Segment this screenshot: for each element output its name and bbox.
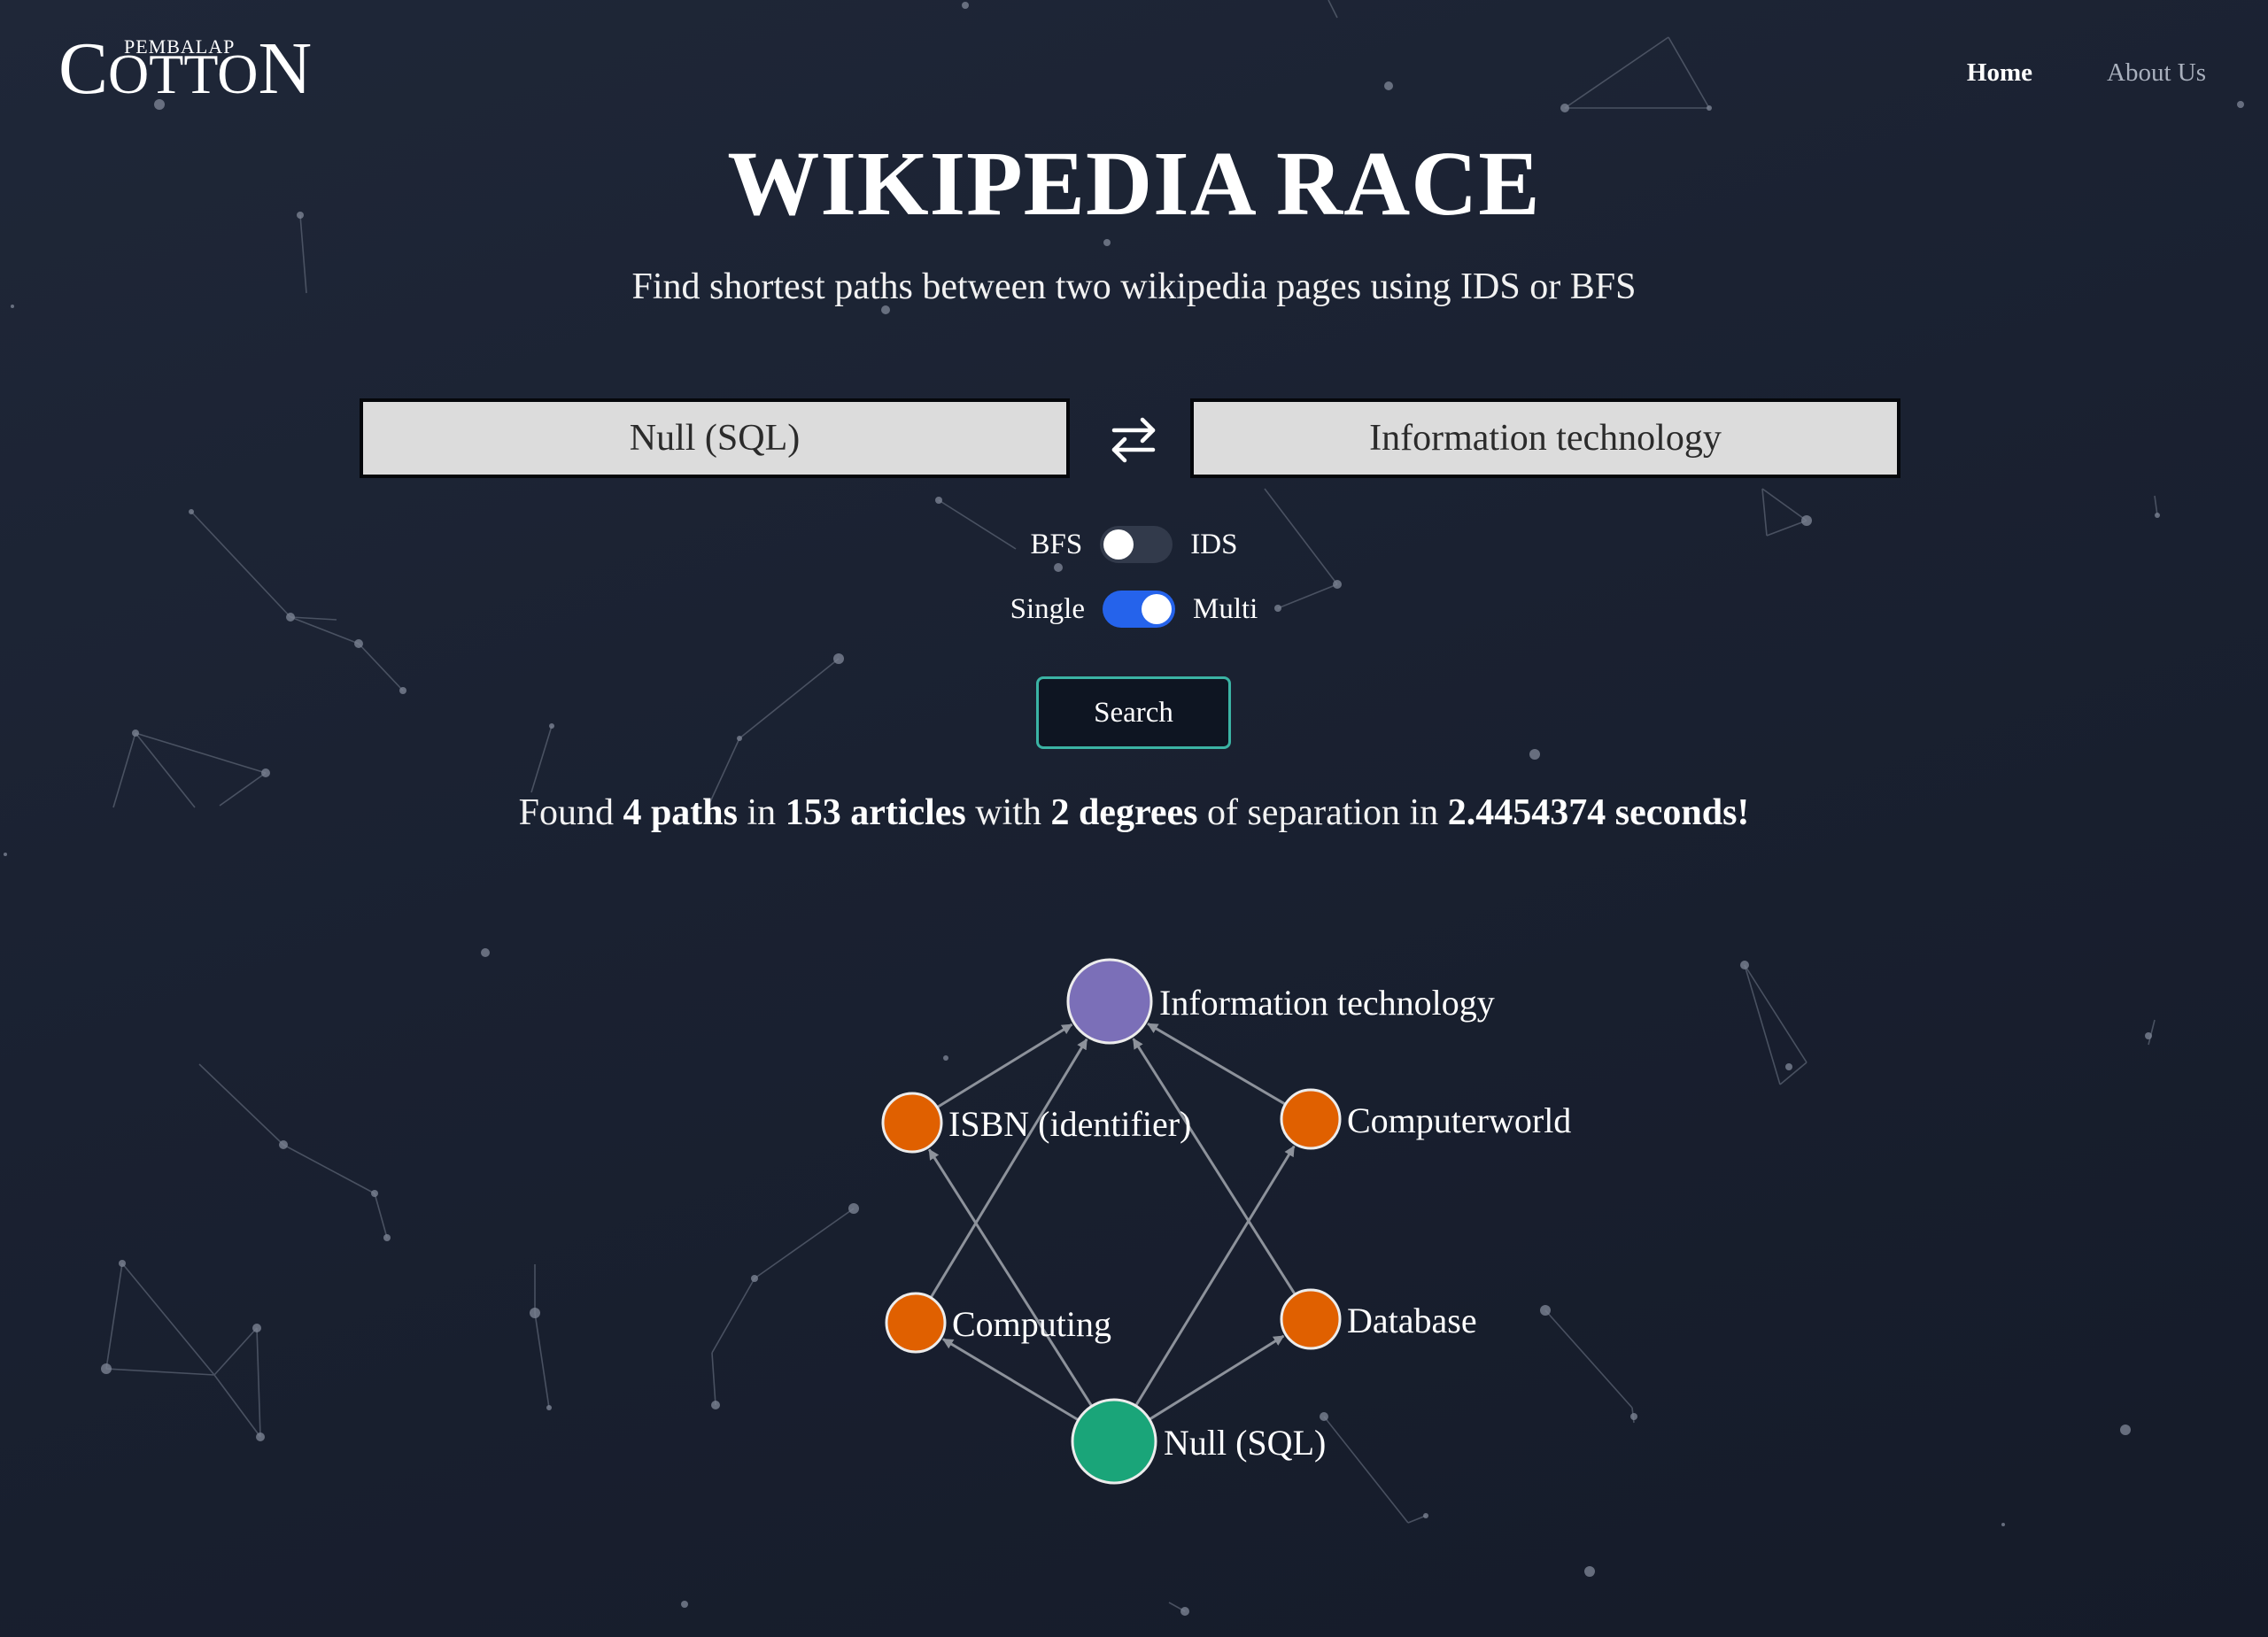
multi-label: Multi — [1192, 592, 1258, 625]
graph-node-label: Database — [1347, 1301, 1477, 1340]
graph-node-null[interactable]: Null (SQL) — [1071, 1398, 1326, 1485]
search-button[interactable]: Search — [1036, 676, 1231, 749]
result-in: in — [747, 792, 777, 833]
result-with: with — [975, 792, 1041, 833]
ids-label: IDS — [1190, 528, 1238, 560]
top-nav: Home About Us — [1967, 58, 2206, 88]
graph-node-label: Null (SQL) — [1164, 1423, 1326, 1463]
graph-node-comp[interactable]: Computing — [885, 1292, 1111, 1354]
graph-edge-null-to-isbn — [927, 1148, 1094, 1408]
graph-node-it[interactable]: Information technology — [1066, 958, 1495, 1045]
single-label: Single — [1010, 592, 1085, 625]
graph-node-label: Computing — [952, 1304, 1111, 1344]
page-title: WIKIPEDIA RACE — [727, 133, 1541, 235]
page-subtitle: Find shortest paths between two wikipedi… — [631, 266, 1637, 307]
graph-node-circle[interactable] — [885, 1292, 947, 1354]
graph-edge-db-to-it — [1132, 1038, 1297, 1295]
result-articles: 153 articles — [785, 792, 966, 833]
result-of-separation: of separation in — [1206, 792, 1439, 833]
result-prefix: Found — [518, 792, 614, 833]
algorithm-toggle-row: BFS IDS — [0, 526, 2268, 563]
graph-node-label: ISBN (identifier) — [948, 1104, 1191, 1144]
logo[interactable]: COTTON PEMBALAP — [58, 32, 312, 112]
graph-edge-null-to-cw — [1134, 1145, 1296, 1407]
swap-arrows-icon — [1111, 417, 1156, 463]
algorithm-switch[interactable] — [1100, 526, 1173, 563]
graph-node-circle[interactable] — [1280, 1088, 1342, 1150]
graph-node-label: Information technology — [1159, 983, 1495, 1023]
mode-switch-knob — [1141, 594, 1172, 624]
graph-node-cw[interactable]: Computerworld — [1280, 1088, 1571, 1150]
algorithm-switch-knob — [1103, 529, 1134, 560]
graph-node-db[interactable]: Database — [1280, 1288, 1477, 1350]
result-paths: 4 paths — [623, 792, 739, 833]
mode-toggle-row: Single Multi — [0, 591, 2268, 628]
result-seconds: 2.4454374 seconds! — [1447, 792, 1750, 833]
graph-node-label: Computerworld — [1347, 1100, 1571, 1140]
target-page-input[interactable] — [1190, 398, 1900, 478]
swap-button[interactable] — [1103, 413, 1164, 466]
result-summary: Found 4 paths in 153 articles with 2 deg… — [0, 791, 2268, 834]
graph-node-circle[interactable] — [1071, 1398, 1157, 1485]
graph-node-circle[interactable] — [1280, 1288, 1342, 1350]
result-degrees: 2 degrees — [1050, 792, 1198, 833]
mode-switch[interactable] — [1102, 591, 1175, 628]
graph-edge-comp-to-it — [929, 1038, 1088, 1299]
graph-node-circle[interactable] — [1066, 958, 1153, 1045]
graph-node-isbn[interactable]: ISBN (identifier) — [881, 1092, 1191, 1154]
nav-home-link[interactable]: Home — [1967, 58, 2032, 88]
nav-about-link[interactable]: About Us — [2107, 58, 2206, 88]
graph-node-circle[interactable] — [881, 1092, 943, 1154]
source-page-input[interactable] — [360, 398, 1070, 478]
logo-small-text: PEMBALAP — [124, 35, 236, 58]
bfs-label: BFS — [1030, 528, 1083, 560]
